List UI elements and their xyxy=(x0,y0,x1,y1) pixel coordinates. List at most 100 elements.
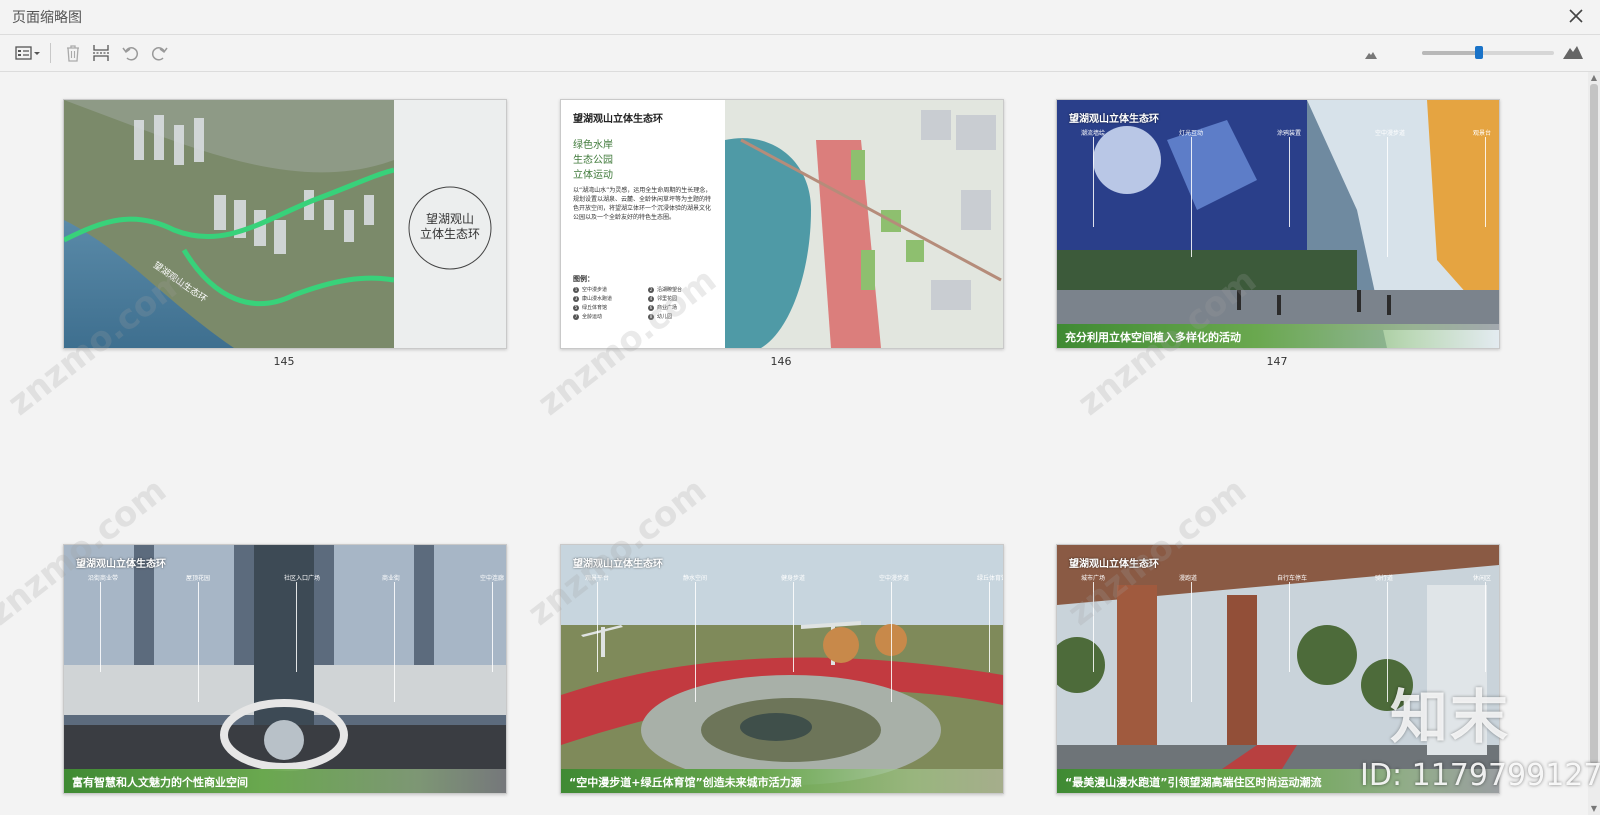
callout-label: 健身步道 xyxy=(781,575,806,582)
redo-icon[interactable] xyxy=(148,42,170,64)
callout-line xyxy=(1485,137,1486,227)
callout-label: 社区入口广场 xyxy=(284,575,321,582)
slide-heading: 望湖观山立体生态环 xyxy=(573,559,663,570)
callout-line xyxy=(891,582,892,702)
callout-label: 绿丘体育馆 xyxy=(977,575,1003,582)
close-icon[interactable] xyxy=(1566,6,1586,26)
legend-marker-icon: 1 xyxy=(573,286,579,293)
slide-preview: 望湖观山立体生态环 绿色水岸 生态公园 立体运动 以“湖湾山水”为灵感，运用全生… xyxy=(560,99,1004,349)
callout-line xyxy=(1093,137,1094,227)
page-number: 146 xyxy=(770,355,792,368)
callout-label: 沿街商业带 xyxy=(88,575,119,582)
scrollbar-thumb[interactable] xyxy=(1590,84,1598,764)
legend-label: 沿湖瞭望台 xyxy=(657,287,683,293)
title-bar: 页面缩略图 xyxy=(0,0,1600,35)
slide-preview: 望湖观山立体生态环 充分利用立体空间植入多样化的活动 潮流墙绘 灯光互动 涂鸦装置 空… xyxy=(1056,99,1500,349)
callout-label: 灯光互动 xyxy=(1179,130,1204,137)
zoom-in-mountain-icon[interactable] xyxy=(1562,43,1584,65)
callout-label: 涂鸦装置 xyxy=(1277,130,1302,137)
callout-line xyxy=(1387,137,1388,257)
page-thumbnail[interactable]: 望湖观山立体生态环 “空中漫步道+绿丘体育馆”创造未来城市活力源 观景平台 静水空… xyxy=(560,544,1004,794)
legend-item: 3 康山漫水跑道 xyxy=(573,295,648,302)
watermark-logo: 知末 xyxy=(1390,683,1511,751)
legend-label: 绿丘体育馆 xyxy=(582,305,608,311)
legend-label: 商业广场 xyxy=(657,305,678,311)
slide-body-text: 以“湖湾山水”为灵感，运用全生命周期的生长理念，规划设置以湖泉、云麓、全龄休闲草… xyxy=(573,187,712,221)
callout-label: 商业街 xyxy=(382,575,401,582)
legend-item: 8 幼儿园 xyxy=(648,313,723,320)
slide-preview: 望湖观山立体生态环 “空中漫步道+绿丘体育馆”创造未来城市活力源 观景平台 静水空… xyxy=(560,544,1004,794)
slide-heading: 望湖观山立体生态环 xyxy=(1069,559,1159,570)
callout-label: 潮流墙绘 xyxy=(1081,130,1106,137)
legend-marker-icon: 3 xyxy=(573,295,579,302)
page-thumbnail[interactable]: 望湖观山立体生态环 绿色水岸 生态公园 立体运动 以“湖湾山水”为灵感，运用全生… xyxy=(560,99,1004,369)
legend-marker-icon: 4 xyxy=(648,295,654,302)
slide-preview: 望湖观山立体生态环 “最美漫山漫水跑道”引领望湖高端住区时尚运动潮流 城市广场 漫… xyxy=(1056,544,1500,794)
page-number: 145 xyxy=(273,355,295,368)
caption-bar: “空中漫步道+绿丘体育馆”创造未来城市活力源 xyxy=(561,769,1003,793)
callout-line xyxy=(1191,582,1192,702)
page-thumbnail[interactable]: 望湖观山立体生态环 充分利用立体空间植入多样化的活动 潮流墙绘 灯光互动 涂鸦装置 空… xyxy=(1056,99,1500,369)
page-number: 147 xyxy=(1266,355,1288,368)
callout-label: 空中漫步道 xyxy=(1375,130,1406,137)
callout-line xyxy=(1289,137,1290,227)
legend-item: 5 绿丘体育馆 xyxy=(573,304,648,311)
callout-line xyxy=(793,582,794,672)
callout-line xyxy=(989,582,990,672)
slide-legend: 1 空中漫步道 2 沿湖瞭望台 3 康山漫水跑道 4 邻里花园 5 绿丘体育馆 6 商业广场 7 全龄运动… xyxy=(573,286,723,320)
callout-line xyxy=(1093,582,1094,672)
callout-line xyxy=(1289,582,1290,672)
callout-line xyxy=(100,582,101,672)
callout-label: 空中连廊 xyxy=(480,575,505,582)
callout-line xyxy=(1485,582,1486,672)
callout-label: 空中漫步道 xyxy=(879,575,910,582)
callout-line xyxy=(695,582,696,702)
scroll-up-icon[interactable]: ▲ xyxy=(1590,74,1598,82)
scroll-down-icon[interactable]: ▼ xyxy=(1590,805,1598,813)
watermark-id: ID: 1179799127 xyxy=(1360,758,1600,793)
page-thumbnail[interactable]: 望湖观山立体生态环 “最美漫山漫水跑道”引领望湖高端住区时尚运动潮流 城市广场 漫… xyxy=(1056,544,1500,794)
callout-line xyxy=(1191,137,1192,257)
insert-page-icon[interactable] xyxy=(90,42,112,64)
toolbar xyxy=(0,35,1600,72)
legend-marker-icon: 5 xyxy=(573,304,579,311)
legend-label: 邻里花园 xyxy=(657,296,678,302)
legend-marker-icon: 8 xyxy=(648,313,654,320)
page-thumbnail[interactable]: 望湖观山立体生态环 富有智慧和人文魅力的个性商业空间 沿街商业带 屋顶花园 社区入口… xyxy=(63,544,507,794)
legend-item: 2 沿湖瞭望台 xyxy=(648,286,723,293)
slide-heading: 望湖观山立体生态环 xyxy=(76,559,166,570)
callout-line xyxy=(492,582,493,672)
slide-subtitle: 生态公园 xyxy=(573,155,613,166)
legend-label: 幼儿园 xyxy=(657,314,673,320)
legend-marker-icon: 2 xyxy=(648,286,654,293)
zoom-slider-thumb[interactable] xyxy=(1474,46,1483,59)
slide-preview: 望湖观山立体生态环 富有智慧和人文魅力的个性商业空间 沿街商业带 屋顶花园 社区入口… xyxy=(63,544,507,794)
thumbnail-grid[interactable]: 望湖观山 立体生态环 望湖观山生态环 145 望湖观山立体生态环 绿色水岸 生态… xyxy=(0,72,1588,815)
delete-page-icon[interactable] xyxy=(62,42,84,64)
callout-label: 观景平台 xyxy=(585,575,610,582)
legend-marker-icon: 7 xyxy=(573,313,579,320)
legend-item: 7 全龄运动 xyxy=(573,313,648,320)
toolbar-separator xyxy=(50,43,51,63)
slide-heading: 望湖观山立体生态环 xyxy=(573,114,663,125)
legend-item: 1 空中漫步道 xyxy=(573,286,648,293)
zoom-slider[interactable] xyxy=(1422,46,1554,59)
slide-caption: “空中漫步道+绿丘体育馆”创造未来城市活力源 xyxy=(569,776,802,789)
callout-label: 城市广场 xyxy=(1081,575,1106,582)
zoom-out-mountain-icon[interactable] xyxy=(1364,46,1378,65)
circle-title-line: 望湖观山 xyxy=(425,212,474,226)
callout-label: 骑行道 xyxy=(1375,575,1394,582)
panel-title: 页面缩略图 xyxy=(12,10,82,26)
slide-subtitle: 立体运动 xyxy=(573,170,613,181)
slide-caption: 富有智慧和人文魅力的个性商业空间 xyxy=(72,776,248,789)
vertical-scrollbar[interactable]: ▲ ▼ xyxy=(1588,72,1600,815)
undo-icon[interactable] xyxy=(120,42,142,64)
zoom-slider-fill xyxy=(1422,51,1479,55)
thumbnail-options-icon[interactable] xyxy=(14,42,42,64)
legend-item: 6 商业广场 xyxy=(648,304,723,311)
slide-caption: “最美漫山漫水跑道”引领望湖高端住区时尚运动潮流 xyxy=(1065,776,1322,789)
legend-item: 4 邻里花园 xyxy=(648,295,723,302)
page-thumbnail[interactable]: 望湖观山 立体生态环 望湖观山生态环 145 xyxy=(63,99,507,369)
legend-title: 图例： xyxy=(573,275,594,283)
legend-label: 全龄运动 xyxy=(582,314,603,320)
